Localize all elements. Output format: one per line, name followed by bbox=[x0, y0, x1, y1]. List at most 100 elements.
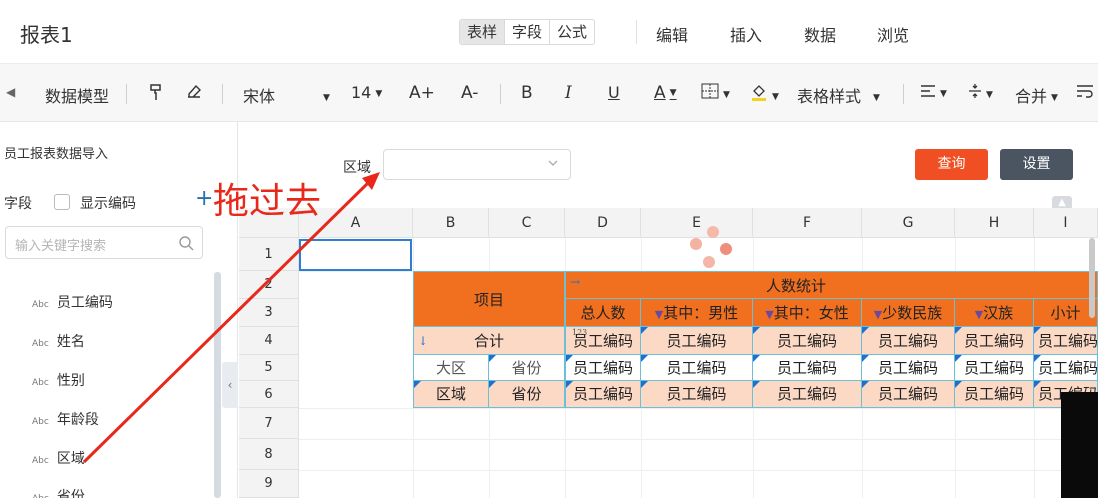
format-painter-icon[interactable] bbox=[149, 83, 163, 105]
align-button[interactable]: ▼ bbox=[920, 83, 947, 102]
code-cell[interactable]: 员工编码 bbox=[565, 355, 641, 381]
code-cell[interactable]: 员工编码 bbox=[862, 355, 955, 381]
code-cell[interactable]: 员工编码 bbox=[1034, 327, 1098, 355]
subheader-label: 其中：男性 bbox=[663, 304, 739, 322]
font-family-select[interactable]: 宋体 ▼ bbox=[243, 83, 330, 107]
code-cell[interactable]: 员工编码 bbox=[641, 327, 753, 355]
grid-vertical-scrollbar[interactable] bbox=[1089, 238, 1095, 318]
column-header[interactable]: H bbox=[955, 208, 1034, 238]
show-code-checkbox[interactable] bbox=[54, 194, 70, 210]
code-cell[interactable]: 员工编码 bbox=[955, 381, 1034, 408]
code-cell[interactable]: 员工编码 bbox=[862, 327, 955, 355]
report-title: 报表1 bbox=[20, 23, 73, 47]
row-header[interactable]: 5 bbox=[239, 355, 299, 381]
tab-formula[interactable]: 公式 bbox=[550, 20, 594, 44]
code-cell[interactable]: 员工编码 bbox=[955, 327, 1034, 355]
menu-preview[interactable]: 浏览 bbox=[877, 22, 909, 46]
wrap-text-icon[interactable] bbox=[1076, 83, 1094, 102]
chevron-down-icon: ▼ bbox=[873, 92, 880, 103]
corner-marker bbox=[1034, 327, 1041, 334]
menu-insert[interactable]: 插入 bbox=[730, 22, 762, 46]
code-cell[interactable]: 员工编码 bbox=[565, 381, 641, 408]
region-filter-select[interactable] bbox=[383, 149, 571, 180]
column-header[interactable]: E bbox=[641, 208, 753, 238]
increase-font-button[interactable]: A+ bbox=[409, 83, 435, 103]
header-item-cell[interactable]: 项目 bbox=[413, 271, 565, 327]
row-header[interactable]: 9 bbox=[239, 470, 299, 498]
row-header[interactable]: 8 bbox=[239, 439, 299, 470]
column-header[interactable]: I bbox=[1034, 208, 1098, 238]
subheader-cell[interactable]: 总人数 bbox=[565, 299, 641, 327]
sidebar-scrollbar[interactable] bbox=[214, 272, 221, 498]
field-name: 姓名 bbox=[56, 334, 85, 350]
field-search-input[interactable]: 输入关键字搜索 bbox=[5, 226, 203, 259]
field-item[interactable]: Abc 年龄段 bbox=[32, 409, 99, 429]
row-header[interactable]: 2 bbox=[239, 271, 299, 299]
data-model-button[interactable]: 数据模型 bbox=[45, 83, 109, 107]
code-cell[interactable]: 员工编码 bbox=[753, 327, 862, 355]
subheader-cell[interactable]: ▼少数民族 bbox=[862, 299, 955, 327]
subheader-cell[interactable]: ▼汉族 bbox=[955, 299, 1034, 327]
add-field-icon[interactable]: + bbox=[195, 186, 213, 211]
column-header[interactable]: D bbox=[565, 208, 641, 238]
tab-table-style[interactable]: 表样 bbox=[460, 20, 506, 44]
province-cell[interactable]: 省份 bbox=[489, 381, 565, 408]
row-header[interactable]: 3 bbox=[239, 299, 299, 327]
drag-hint-annotation: 拖过去 bbox=[213, 181, 322, 222]
row-header[interactable]: 6 bbox=[239, 381, 299, 408]
field-item[interactable]: Abc 姓名 bbox=[32, 331, 85, 351]
scroll-left-icon[interactable]: ◀ bbox=[6, 85, 15, 99]
italic-button[interactable]: I bbox=[565, 83, 572, 103]
chevron-down-icon: ▼ bbox=[940, 88, 947, 99]
decrease-font-button[interactable]: A- bbox=[461, 83, 478, 103]
field-item[interactable]: Abc 省份 bbox=[32, 486, 85, 498]
row-header[interactable]: 7 bbox=[239, 408, 299, 439]
province-cell[interactable]: 省份 bbox=[489, 355, 565, 381]
row-header[interactable]: 1 bbox=[239, 238, 299, 271]
eraser-icon[interactable] bbox=[186, 83, 202, 103]
merge-select[interactable]: 合并 ▼ bbox=[1015, 83, 1058, 107]
selected-cell-a1[interactable] bbox=[299, 239, 412, 271]
big-region-cell[interactable]: 大区 bbox=[413, 355, 489, 381]
tab-fields[interactable]: 字段 bbox=[505, 20, 551, 44]
collapse-sidebar-button[interactable]: ‹ bbox=[222, 362, 238, 408]
code-cell[interactable]: 员工编码 bbox=[753, 381, 862, 408]
subheader-cell[interactable]: ▼其中：男性 bbox=[641, 299, 753, 327]
format-toolbar: ◀ 数据模型 宋体 ▼ 14 ▼ A+ A- B I U A ▼ ▼ ▼ 表格样式 ▼ … bbox=[0, 64, 1098, 122]
border-button[interactable]: ▼ bbox=[701, 83, 730, 103]
field-item[interactable]: Abc 性别 bbox=[32, 370, 85, 390]
header-count-cell[interactable]: → 人数统计 bbox=[565, 271, 1098, 299]
code-cell[interactable]: 员工编码 bbox=[862, 381, 955, 408]
table-style-select[interactable]: 表格样式 ▼ bbox=[797, 83, 880, 107]
spreadsheet-grid[interactable]: A B C D E F G H I 1 2 3 4 5 6 7 8 9 项目 →… bbox=[239, 208, 1098, 498]
subheader-label: 其中：女性 bbox=[773, 304, 849, 322]
font-size-select[interactable]: 14 ▼ bbox=[351, 83, 382, 102]
arrow-right-icon: → bbox=[570, 275, 581, 289]
total-cell[interactable]: ↓ 合计 bbox=[413, 327, 565, 355]
menu-data[interactable]: 数据 bbox=[804, 22, 836, 46]
code-cell[interactable]: 员工编码 bbox=[1034, 355, 1098, 381]
valign-button[interactable]: ▼ bbox=[968, 83, 993, 103]
font-color-button[interactable]: A ▼ bbox=[654, 83, 677, 103]
row-header[interactable]: 4 bbox=[239, 327, 299, 355]
fill-color-button[interactable]: ▼ bbox=[750, 83, 779, 105]
code-cell[interactable]: 员工编码 bbox=[641, 355, 753, 381]
divider bbox=[126, 84, 127, 104]
column-header[interactable]: B bbox=[413, 208, 489, 238]
code-cell[interactable]: 员工编码 bbox=[753, 355, 862, 381]
settings-button[interactable]: 设置 bbox=[1000, 149, 1073, 180]
column-header[interactable]: C bbox=[489, 208, 565, 238]
code-cell[interactable]: 员工编码 bbox=[641, 381, 753, 408]
field-item[interactable]: Abc 员工编码 bbox=[32, 292, 113, 312]
region-cell[interactable]: 区域 bbox=[413, 381, 489, 408]
subheader-cell[interactable]: ▼其中：女性 bbox=[753, 299, 862, 327]
field-item[interactable]: Abc 区域 bbox=[32, 448, 85, 468]
menu-edit[interactable]: 编辑 bbox=[656, 22, 688, 46]
code-cell[interactable]: 员工编码 bbox=[955, 355, 1034, 381]
code-cell[interactable]: 123 员工编码 bbox=[565, 327, 641, 355]
underline-button[interactable]: U bbox=[608, 83, 620, 102]
column-header[interactable]: G bbox=[862, 208, 955, 238]
bold-button[interactable]: B bbox=[521, 83, 533, 103]
query-button[interactable]: 查询 bbox=[915, 149, 988, 180]
column-header[interactable]: F bbox=[753, 208, 862, 238]
